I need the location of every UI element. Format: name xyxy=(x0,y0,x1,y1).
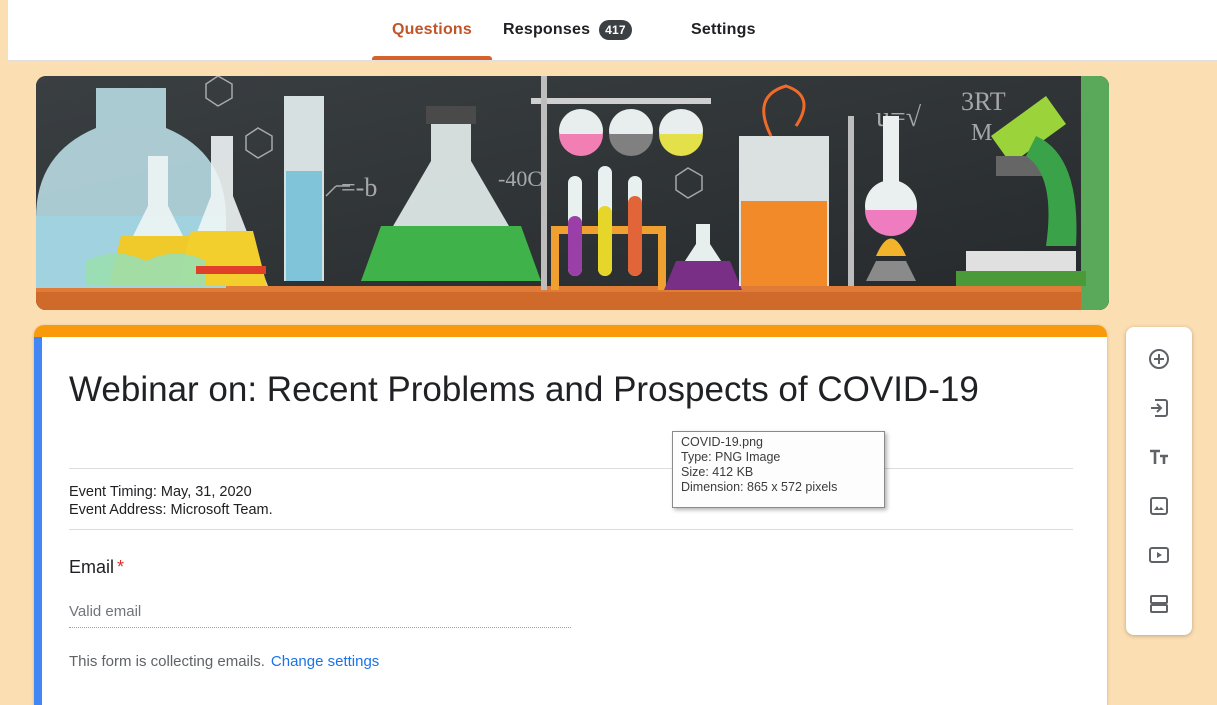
add-question-icon[interactable] xyxy=(1143,343,1175,375)
tooltip-filename: COVID-19.png xyxy=(681,435,763,449)
form-title[interactable]: Webinar on: Recent Problems and Prospect… xyxy=(69,365,1069,415)
email-question-label: Email * xyxy=(69,557,124,578)
email-label-text: Email xyxy=(69,557,115,577)
active-tab-indicator xyxy=(372,56,492,60)
tab-responses[interactable]: Responses 417 xyxy=(503,0,632,60)
file-info-tooltip: COVID-19.png Type: PNG Image Size: 412 K… xyxy=(672,431,885,508)
tab-questions[interactable]: Questions xyxy=(372,0,492,60)
svg-text:-40C: -40C xyxy=(498,166,542,191)
header-banner-image: =-b -40C u=√ 3RT M xyxy=(36,76,1109,310)
tooltip-size: Size: 412 KB xyxy=(681,465,754,479)
change-settings-link[interactable]: Change settings xyxy=(271,653,379,670)
add-image-icon[interactable] xyxy=(1143,490,1175,522)
add-section-icon[interactable] xyxy=(1143,588,1175,620)
form-tab-bar: Questions Responses 417 Settings xyxy=(8,0,1217,61)
tab-settings[interactable]: Settings xyxy=(691,0,756,60)
card-accent-bar xyxy=(34,325,1107,337)
event-address-text: Event Address: Microsoft Team. xyxy=(69,502,273,518)
tooltip-dimension: Dimension: 865 x 572 pixels xyxy=(681,480,838,494)
add-video-icon[interactable] xyxy=(1143,539,1175,571)
event-timing-text: Event Timing: May, 31, 2020 xyxy=(69,484,252,500)
svg-text:M: M xyxy=(971,120,992,146)
email-input[interactable] xyxy=(69,595,571,628)
tab-settings-label: Settings xyxy=(691,21,756,38)
form-description[interactable]: Event Timing: May, 31, 2020 Event Addres… xyxy=(69,483,273,519)
form-header-card[interactable]: Webinar on: Recent Problems and Prospect… xyxy=(34,325,1107,705)
email-collection-note: This form is collecting emails. Change se… xyxy=(69,653,379,670)
import-questions-icon[interactable] xyxy=(1143,392,1175,424)
svg-text:3RT: 3RT xyxy=(961,87,1006,116)
card-selected-indicator xyxy=(34,337,42,705)
tooltip-type: Type: PNG Image xyxy=(681,450,781,464)
question-toolbar xyxy=(1126,327,1192,635)
responses-count-badge: 417 xyxy=(599,20,632,40)
tab-questions-label: Questions xyxy=(391,21,473,38)
add-title-icon[interactable] xyxy=(1143,441,1175,473)
chemistry-lab-illustration: =-b -40C u=√ 3RT M xyxy=(36,76,1109,310)
description-divider xyxy=(69,529,1073,530)
required-asterisk: * xyxy=(117,557,125,577)
tab-responses-label: Responses xyxy=(503,21,591,38)
collecting-emails-text: This form is collecting emails. xyxy=(69,653,265,670)
title-divider xyxy=(69,468,1073,469)
svg-text:=-b: =-b xyxy=(341,173,377,202)
